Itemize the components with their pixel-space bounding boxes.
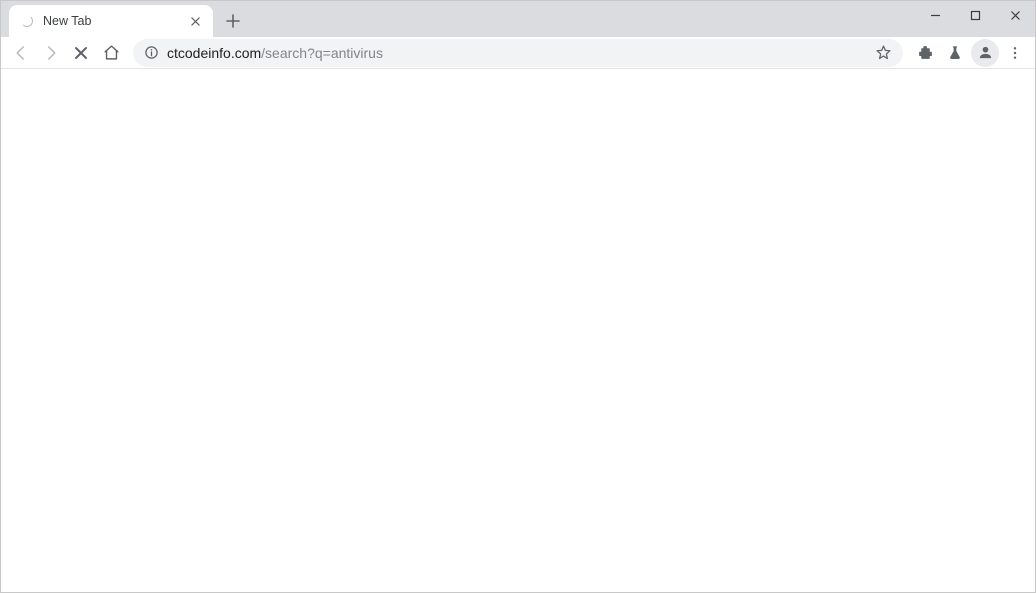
url-path: /search?q=antivirus (261, 45, 383, 61)
new-tab-button[interactable] (219, 7, 247, 35)
bookmark-star-icon[interactable] (873, 43, 893, 63)
extensions-button[interactable] (911, 39, 939, 67)
address-bar[interactable]: ctcodeinfo.com/search?q=antivirus (133, 39, 903, 67)
toolbar: ctcodeinfo.com/search?q=antivirus (1, 37, 1035, 69)
url-host: ctcodeinfo.com (167, 45, 261, 61)
back-button[interactable] (7, 39, 35, 67)
close-tab-button[interactable] (187, 13, 203, 29)
close-window-button[interactable] (995, 1, 1035, 29)
window-controls (915, 1, 1035, 29)
minimize-button[interactable] (915, 1, 955, 29)
tab-strip: New Tab (1, 1, 1035, 37)
url-text: ctcodeinfo.com/search?q=antivirus (167, 45, 865, 61)
tab-title: New Tab (43, 14, 187, 28)
page-content (1, 69, 1035, 592)
labs-button[interactable] (941, 39, 969, 67)
home-button[interactable] (97, 39, 125, 67)
profile-button[interactable] (971, 39, 999, 67)
forward-button[interactable] (37, 39, 65, 67)
stop-reload-button[interactable] (67, 39, 95, 67)
loading-spinner-icon (19, 13, 35, 29)
browser-tab[interactable]: New Tab (9, 5, 213, 37)
site-info-icon[interactable] (143, 45, 159, 61)
menu-button[interactable] (1001, 39, 1029, 67)
maximize-button[interactable] (955, 1, 995, 29)
